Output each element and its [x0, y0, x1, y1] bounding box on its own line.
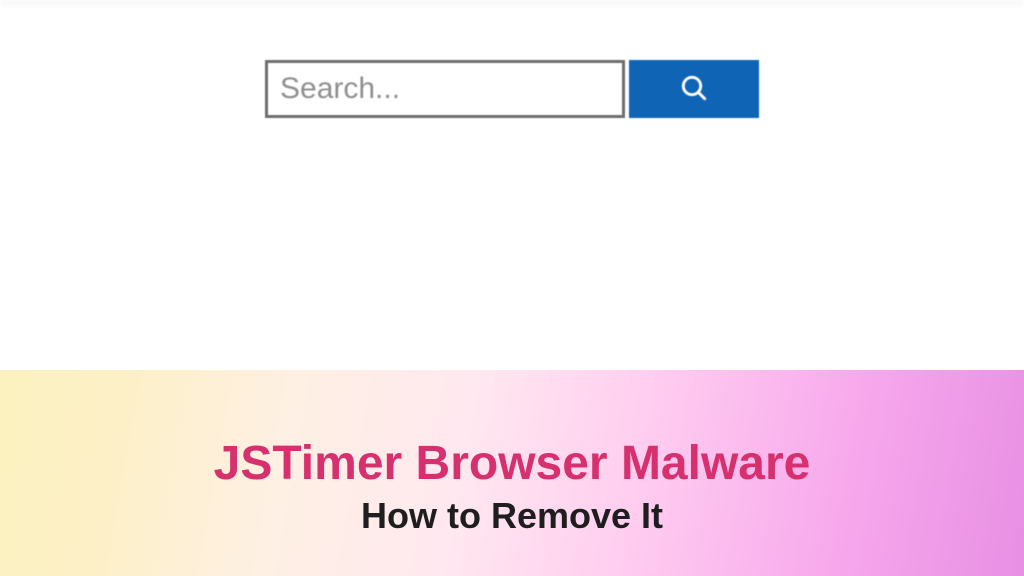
browser-chrome-hint	[0, 0, 1024, 6]
search-bar	[265, 60, 759, 118]
page-subtitle: How to Remove It	[361, 495, 663, 537]
search-button[interactable]	[629, 60, 759, 118]
search-input[interactable]	[265, 60, 625, 118]
page-title: JSTimer Browser Malware	[214, 439, 811, 489]
page-root: JSTimer Browser Malware How to Remove It	[0, 0, 1024, 576]
title-banner: JSTimer Browser Malware How to Remove It	[0, 370, 1024, 576]
search-icon	[678, 72, 710, 107]
